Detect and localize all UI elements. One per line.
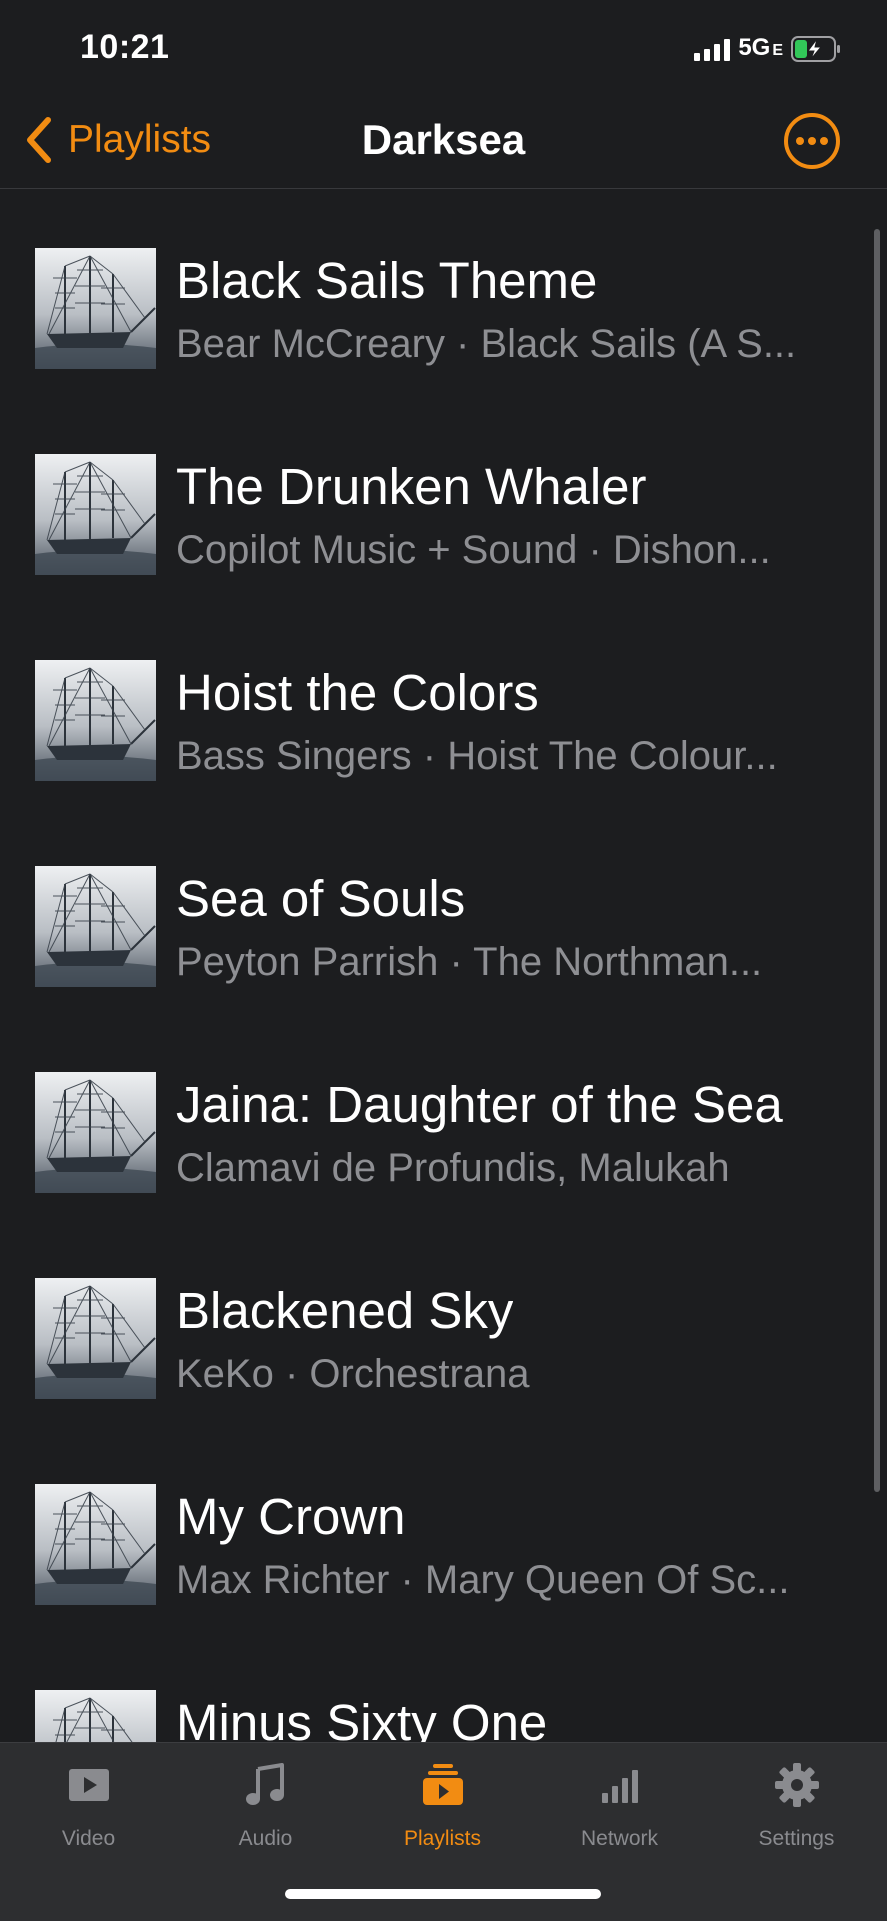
- track-list[interactable]: Black Sails Theme Bear McCreary · Black …: [0, 189, 887, 1742]
- tab-settings[interactable]: Settings: [708, 1761, 885, 1871]
- track-row[interactable]: The Drunken Whaler Copilot Music + Sound…: [0, 395, 887, 601]
- tab-playlists[interactable]: Playlists: [354, 1761, 531, 1871]
- home-indicator: [285, 1889, 601, 1899]
- album-art-thumbnail: [35, 454, 156, 575]
- page-title: Darksea: [361, 116, 526, 163]
- track-subtitle: Copilot Music + Sound · Dishon...: [176, 528, 771, 572]
- track-title: Hoist the Colors: [176, 664, 539, 721]
- video-icon: [68, 1769, 109, 1801]
- scrollbar[interactable]: [874, 229, 880, 1492]
- battery-charging-icon: [791, 36, 840, 62]
- navigation-header: Playlists Darksea: [0, 96, 887, 189]
- playlist-icon: [422, 1764, 463, 1805]
- tab-label: Network: [580, 1827, 659, 1850]
- gear-icon: [774, 1763, 819, 1807]
- track-subtitle: Peyton Parrish · The Northman...: [176, 940, 763, 984]
- track-row[interactable]: Jaina: Daughter of the Sea Clamavi de Pr…: [0, 1013, 887, 1219]
- tab-audio[interactable]: Audio: [177, 1761, 354, 1871]
- track-subtitle: Bear McCreary · Black Sails (A S...: [176, 322, 797, 366]
- track-row[interactable]: Sea of Souls Peyton Parrish · The Northm…: [0, 807, 887, 1013]
- track-title: My Crown: [176, 1488, 406, 1545]
- tab-label: Playlists: [403, 1827, 482, 1850]
- music-note-icon: [245, 1763, 284, 1805]
- track-title: Blackened Sky: [176, 1282, 514, 1339]
- track-row[interactable]: Minus Sixty One: [0, 1631, 887, 1742]
- track-subtitle: Clamavi de Profundis, Malukah: [176, 1146, 730, 1190]
- status-bar: 10:21 5G E: [0, 0, 887, 96]
- status-time: 10:21: [80, 28, 170, 66]
- network-type-suffix: E: [772, 41, 783, 59]
- album-art-thumbnail: [35, 248, 156, 369]
- track-row[interactable]: Black Sails Theme Bear McCreary · Black …: [0, 189, 887, 395]
- network-icon: [601, 1770, 638, 1803]
- network-type: 5G E: [738, 33, 783, 66]
- album-art-thumbnail: [35, 866, 156, 987]
- track-row[interactable]: Hoist the Colors Bass Singers · Hoist Th…: [0, 601, 887, 807]
- track-row[interactable]: Blackened Sky KeKo · Orchestrana: [0, 1219, 887, 1425]
- track-subtitle: KeKo · Orchestrana: [176, 1352, 530, 1396]
- track-row[interactable]: My Crown Max Richter · Mary Queen Of Sc.…: [0, 1425, 887, 1631]
- tab-label: Settings: [758, 1827, 835, 1850]
- network-type-label: 5G: [738, 33, 771, 61]
- more-options-button[interactable]: [783, 112, 841, 170]
- track-subtitle: Bass Singers · Hoist The Colour...: [176, 734, 778, 778]
- track-title: Black Sails Theme: [176, 252, 598, 309]
- album-art-thumbnail: [35, 1278, 156, 1399]
- tab-label: Video: [61, 1827, 116, 1850]
- track-title: The Drunken Whaler: [176, 458, 647, 515]
- cellular-signal-icon: [694, 37, 731, 61]
- track-title: Sea of Souls: [176, 870, 466, 927]
- tab-label: Audio: [238, 1827, 293, 1850]
- album-art-thumbnail: [35, 1690, 156, 1742]
- track-title: Jaina: Daughter of the Sea: [176, 1076, 783, 1133]
- track-subtitle: Max Richter · Mary Queen Of Sc...: [176, 1558, 790, 1602]
- tab-network[interactable]: Network: [531, 1761, 708, 1871]
- album-art-thumbnail: [35, 660, 156, 781]
- tab-video[interactable]: Video: [0, 1761, 177, 1871]
- status-indicators: 5G E: [694, 34, 841, 64]
- album-art-thumbnail: [35, 1484, 156, 1605]
- track-title: Minus Sixty One: [176, 1694, 548, 1742]
- album-art-thumbnail: [35, 1072, 156, 1193]
